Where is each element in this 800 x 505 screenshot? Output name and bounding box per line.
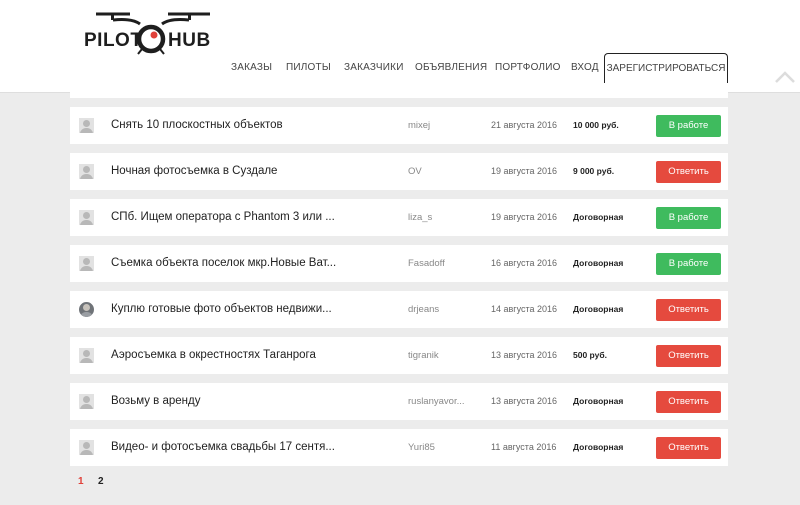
order-price: Договорная [573,258,624,268]
order-author[interactable]: drjeans [408,291,439,328]
avatar [79,394,94,409]
order-price: Договорная [573,212,624,222]
logo-text-hub: HUB [168,30,211,51]
nav-login[interactable]: ВХОД [571,62,599,73]
order-row[interactable]: Видео- и фотосъемка свадьбы 17 сентя... … [70,429,728,466]
order-price: 500 руб. [573,350,607,360]
site-header: PILOT HUB ЗАКАЗЫ ПИЛОТЫ ЗАКАЗЧИКИ ОБЪЯВЛ… [0,0,800,93]
order-price: 9 000 руб. [573,166,615,176]
nav-ads[interactable]: ОБЪЯВЛЕНИЯ [415,62,487,73]
order-title[interactable]: СПб. Ищем оператора с Phantom 3 или ... [111,199,335,236]
order-date: 16 августа 2016 [491,258,558,268]
order-row[interactable]: Ночная фотосъемка в Суздале OV 19 август… [70,153,728,190]
scroll-up-icon[interactable] [774,70,796,84]
order-row[interactable]: Возьму в аренду ruslanyavor... 13 август… [70,383,728,420]
order-author[interactable]: Fasadoff [408,245,445,282]
reply-button[interactable]: Ответить [656,437,721,459]
order-row[interactable]: Съемка объекта поселок мкр.Новые Ват... … [70,245,728,282]
order-author[interactable]: mixej [408,107,430,144]
order-date: 19 августа 2016 [491,212,558,222]
order-row[interactable]: СПб. Ищем оператора с Phantom 3 или ... … [70,199,728,236]
avatar [79,440,94,455]
nav-customers[interactable]: ЗАКАЗЧИКИ [344,62,404,73]
order-author[interactable]: Yuri85 [408,429,435,466]
order-row[interactable]: Снять 10 плоскостных объектов mixej 21 а… [70,107,728,144]
avatar [79,164,94,179]
order-price: 10 000 руб. [573,120,619,130]
order-author[interactable]: liza_s [408,199,432,236]
order-author[interactable]: ruslanyavor... [408,383,465,420]
avatar [79,302,94,317]
order-title[interactable]: Ночная фотосъемка в Суздале [111,153,277,190]
avatar [79,348,94,363]
reply-button[interactable]: Ответить [656,345,721,367]
nav-pilots[interactable]: ПИЛОТЫ [286,62,331,73]
order-date: 21 августа 2016 [491,120,558,130]
status-in-work-button[interactable]: В работе [656,115,721,137]
order-author[interactable]: tigranik [408,337,439,374]
order-title[interactable]: Куплю готовые фото объектов недвижи... [111,291,332,328]
avatar [79,118,94,133]
order-date: 11 августа 2016 [491,442,557,452]
register-button[interactable]: ЗАРЕГИСТРИРОВАТЬСЯ [604,53,728,83]
order-row[interactable]: Куплю готовые фото объектов недвижи... d… [70,291,728,328]
avatar [79,210,94,225]
reply-button[interactable]: Ответить [656,391,721,413]
order-date: 13 августа 2016 [491,396,558,406]
pilothub-logo[interactable]: PILOT HUB [82,8,217,56]
nav-portfolio[interactable]: ПОРТФОЛИО [495,62,561,73]
order-title[interactable]: Снять 10 плоскостных объектов [111,107,283,144]
order-date: 13 августа 2016 [491,350,558,360]
order-title[interactable]: Возьму в аренду [111,383,200,420]
order-date: 14 августа 2016 [491,304,558,314]
order-date: 19 августа 2016 [491,166,558,176]
order-price: Договорная [573,442,624,452]
list-top-edge [70,92,728,98]
pagination-page-current[interactable]: 1 [78,476,84,487]
order-price: Договорная [573,396,624,406]
status-in-work-button[interactable]: В работе [656,207,721,229]
reply-button[interactable]: Ответить [656,161,721,183]
order-row[interactable]: Аэросъемка в окрестностях Таганрога tigr… [70,337,728,374]
order-price: Договорная [573,304,624,314]
pagination-page-next[interactable]: 2 [98,476,104,487]
reply-button[interactable]: Ответить [656,299,721,321]
nav-orders[interactable]: ЗАКАЗЫ [231,62,272,73]
order-title[interactable]: Видео- и фотосъемка свадьбы 17 сентя... [111,429,335,466]
order-title[interactable]: Съемка объекта поселок мкр.Новые Ват... [111,245,336,282]
avatar [79,256,94,271]
logo-text-pilot: PILOT [84,30,143,51]
order-author[interactable]: OV [408,153,422,190]
status-in-work-button[interactable]: В работе [656,253,721,275]
order-title[interactable]: Аэросъемка в окрестностях Таганрога [111,337,316,374]
